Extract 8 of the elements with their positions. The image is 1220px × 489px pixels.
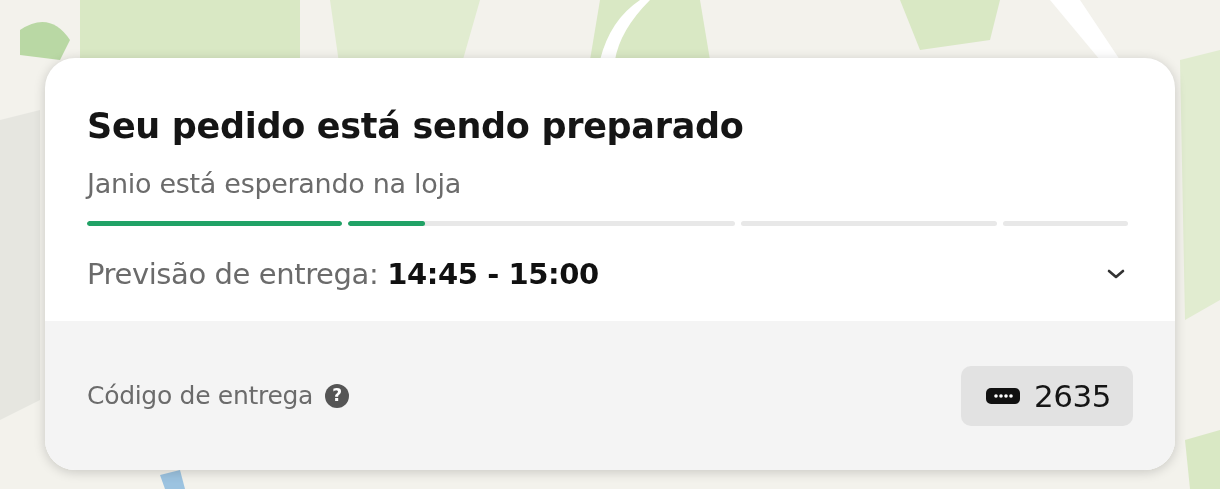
order-status-subtitle: Janio está esperando na loja [87,167,462,201]
help-icon[interactable]: ? [325,383,350,408]
order-status-title: Seu pedido está sendo preparado [87,105,745,148]
delivery-estimate: Previsão de entrega: 14:45 - 15:00 [87,256,599,293]
delivery-code-button[interactable]: 2635 [961,365,1133,426]
chevron-down-icon[interactable] [1106,268,1126,280]
keypad-icon [986,387,1021,404]
delivery-code-label: Código de entrega [87,381,314,410]
